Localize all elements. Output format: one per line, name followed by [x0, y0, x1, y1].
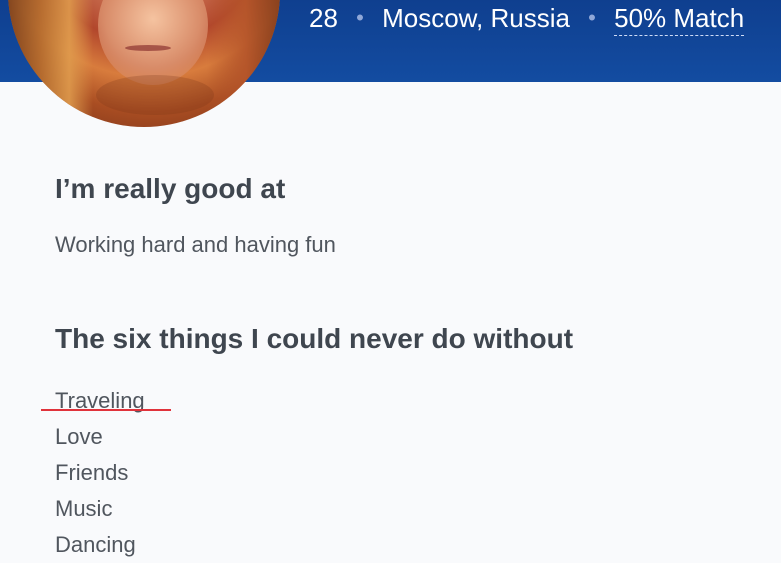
avatar-face [98, 0, 208, 85]
six-things-item-music: Music [55, 496, 113, 521]
profile-location: Moscow, Russia [382, 3, 570, 33]
match-percentage-link[interactable]: 50% Match [614, 2, 745, 36]
avatar-hair-right [207, 0, 280, 127]
profile-age: 28 [309, 3, 338, 33]
six-things-item-traveling: Traveling [55, 388, 145, 413]
six-things-item-love: Love [55, 424, 103, 449]
avatar-hair-left [8, 0, 93, 127]
meta-separator: • [356, 5, 364, 30]
good-at-text: Working hard and having fun [55, 232, 336, 257]
good-at-heading: I’m really good at [55, 173, 286, 204]
six-things-heading: The six things I could never do without [55, 323, 574, 354]
six-things-item-friends: Friends [55, 460, 129, 485]
profile-avatar[interactable] [8, 0, 280, 127]
avatar-mouth [125, 45, 171, 51]
meta-separator: • [588, 5, 596, 30]
profile-meta: 28 • Moscow, Russia • 50% Match [309, 2, 745, 36]
traveling-underline [41, 409, 171, 411]
avatar-chin-shadow [96, 75, 214, 115]
